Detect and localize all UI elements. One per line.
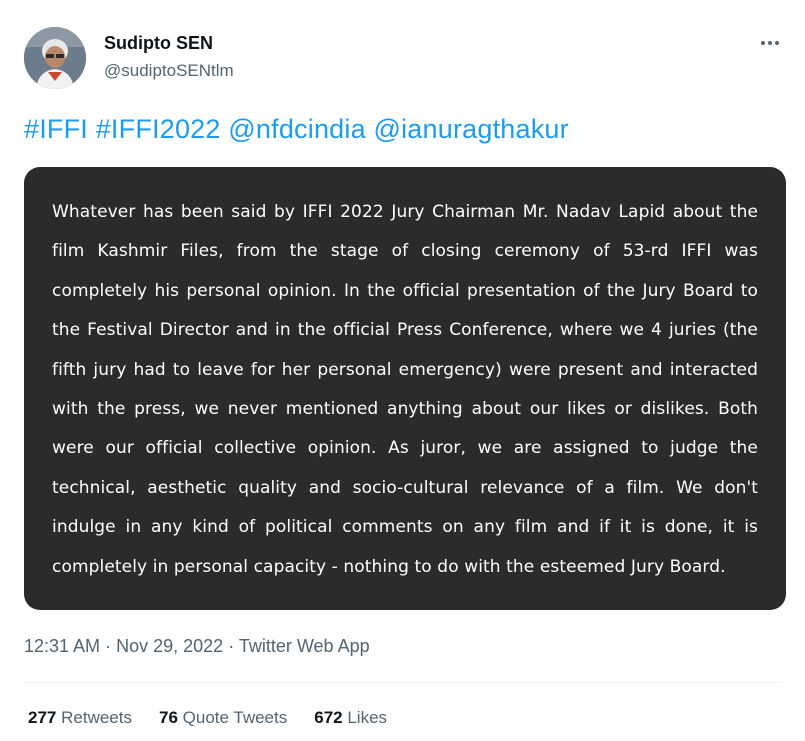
likes-count: 672 xyxy=(314,708,343,727)
mention-ianuragthakur[interactable]: @ianuragthakur xyxy=(374,114,569,144)
quote-tweets-count: 76 xyxy=(158,708,178,727)
likes-label: Likes xyxy=(347,708,388,727)
tweet-source[interactable]: Twitter Web App xyxy=(239,636,370,656)
tweet-text: #IFFI #IFFI2022 @nfdcindia @ianuragthaku… xyxy=(24,114,569,145)
retweets-label: Retweets xyxy=(61,708,132,727)
hashtag-iffi2022[interactable]: #IFFI2022 xyxy=(96,114,221,144)
divider xyxy=(24,682,781,683)
more-options-button[interactable] xyxy=(755,28,785,58)
engagement-stats: 277 Retweets 76 Quote Tweets 672 Likes xyxy=(28,708,387,728)
tweet-time[interactable]: 12:31 AM xyxy=(24,636,100,656)
tweet-metadata: 12:31 AM · Nov 29, 2022 · Twitter Web Ap… xyxy=(24,636,370,657)
tweet-card: Sudipto SEN @sudiptoSENtlm #IFFI #IFFI20… xyxy=(0,0,805,741)
meta-separator: · xyxy=(105,636,112,656)
author-name[interactable]: Sudipto SEN xyxy=(104,33,213,54)
meta-separator: · xyxy=(228,636,235,656)
quote-tweets-label: Quote Tweets xyxy=(182,708,288,727)
tweet-image[interactable]: Whatever has been said by IFFI 2022 Jury… xyxy=(24,167,786,610)
mention-nfdcindia[interactable]: @nfdcindia xyxy=(228,114,366,144)
quote-tweets-stat[interactable]: 76 Quote Tweets xyxy=(159,708,287,728)
avatar-image xyxy=(24,27,86,89)
avatar[interactable] xyxy=(24,27,86,89)
likes-stat[interactable]: 672 Likes xyxy=(314,708,387,728)
image-statement-text: Whatever has been said by IFFI 2022 Jury… xyxy=(52,202,758,577)
retweets-count: 277 xyxy=(28,708,57,727)
author-handle[interactable]: @sudiptoSENtlm xyxy=(104,61,234,81)
more-horizontal-icon xyxy=(761,41,779,45)
tweet-date[interactable]: Nov 29, 2022 xyxy=(116,636,223,656)
retweets-stat[interactable]: 277 Retweets xyxy=(28,708,132,728)
hashtag-iffi[interactable]: #IFFI xyxy=(24,114,88,144)
